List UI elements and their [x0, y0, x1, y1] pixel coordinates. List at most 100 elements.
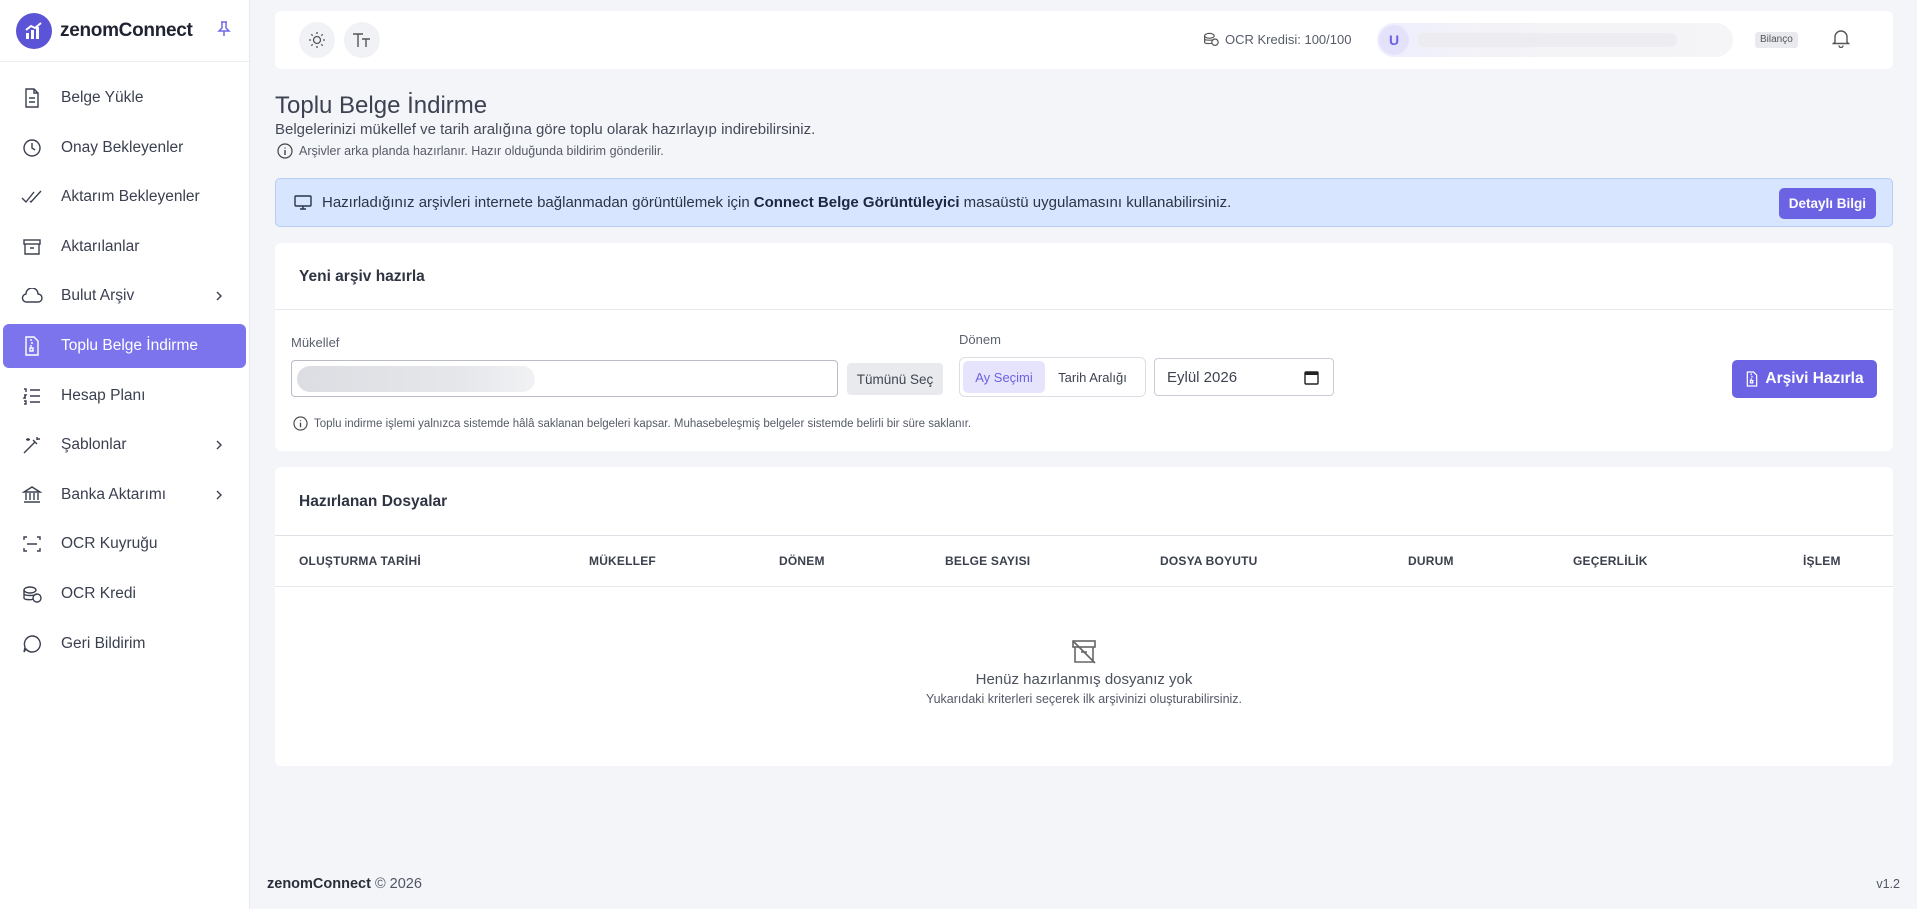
empty-state: Henüz hazırlanmış dosyanız yok Yukarıdak… [275, 637, 1893, 706]
page-note: Arşivler arka planda hazırlanır. Hazır o… [277, 143, 664, 159]
coins-icon [1204, 32, 1219, 46]
new-archive-card: Yeni arşiv hazırla Mükellef Tümünü Seç D… [275, 243, 1893, 451]
user-name-redacted [1417, 33, 1677, 47]
sun-icon [309, 32, 325, 48]
sidebar-item-belge-yukle[interactable]: Belge Yükle [3, 76, 246, 120]
month-value: Eylül 2026 [1167, 368, 1238, 386]
sidebar-item-ocr-kredi[interactable]: OCR Kredi [3, 572, 246, 616]
sidebar-item-bulut-arsiv[interactable]: Bulut Arşiv [3, 274, 246, 318]
archive-box-icon [21, 236, 43, 258]
user-menu[interactable]: U [1377, 23, 1733, 57]
sidebar-item-geri-bildirim[interactable]: Geri Bildirim [3, 622, 246, 666]
banner-app-name: Connect Belge Görüntüleyici [753, 194, 960, 211]
list-numbers-icon [21, 385, 43, 407]
sidebar-item-aktarilanlar[interactable]: Aktarılanlar [3, 225, 246, 269]
file-upload-icon [21, 87, 43, 109]
sidebar-item-label: Toplu Belge İndirme [61, 336, 198, 354]
sidebar-item-toplu-belge-indirme[interactable]: Toplu Belge İndirme [3, 323, 246, 368]
footer-brand: zenomConnect [267, 876, 371, 892]
theme-toggle-button[interactable] [299, 22, 335, 58]
column-header[interactable]: GEÇERLİLİK [1573, 554, 1648, 568]
month-input[interactable]: Eylül 2026 [1154, 358, 1334, 396]
column-header[interactable]: DÖNEM [779, 554, 825, 568]
mukellef-select[interactable] [291, 360, 838, 397]
column-header[interactable]: MÜKELLEF [589, 554, 656, 568]
card-title: Hazırlanan Dosyalar [299, 493, 448, 510]
column-header[interactable]: İŞLEM [1803, 554, 1841, 568]
sidebar-item-aktarim-bekleyenler[interactable]: Aktarım Bekleyenler [3, 175, 246, 219]
sidebar-item-label: Belge Yükle [61, 89, 144, 106]
file-zip-icon [21, 335, 43, 357]
sidebar-item-label: OCR Kuyruğu [61, 535, 158, 553]
footer-year: © 2026 [374, 876, 422, 892]
coins-icon [21, 583, 43, 605]
mukellef-value-redacted [297, 366, 535, 392]
sidebar-item-hesap-plani[interactable]: Hesap Planı [3, 374, 246, 418]
page-subtitle: Belgelerinizi mükellef ve tarih aralığın… [275, 121, 816, 138]
empty-subtitle: Yukarıdaki kriterleri seçerek ilk arşivi… [925, 692, 1243, 706]
period-option-range[interactable]: Tarih Aralığı [1045, 361, 1140, 393]
double-check-icon [21, 186, 43, 208]
magic-wand-icon [21, 434, 43, 456]
empty-title: Henüz hazırlanmış dosyanız yok [975, 671, 1193, 688]
sidebar-item-onay-bekleyenler[interactable]: Onay Bekleyenler [3, 126, 246, 170]
sidebar-item-label: Onay Bekleyenler [61, 138, 184, 156]
sidebar-item-label: Hesap Planı [61, 386, 146, 404]
text-size-icon [353, 33, 370, 47]
plan-badge: Bilanço [1755, 32, 1798, 48]
footer-copyright: zenomConnect © 2026 [267, 876, 422, 892]
divider [275, 535, 1893, 536]
info-banner: Hazırladığınız arşivleri internete bağla… [275, 178, 1893, 227]
page-note-text: Arşivler arka planda hazırlanır. Hazır o… [299, 144, 664, 158]
column-header[interactable]: BELGE SAYISI [945, 554, 1030, 568]
chevron-right-icon [216, 291, 222, 301]
column-header[interactable]: DOSYA BOYUTU [1160, 554, 1258, 568]
clock-icon [21, 137, 43, 159]
select-all-button[interactable]: Tümünü Seç [847, 363, 943, 395]
prepare-archive-label: Arşivi Hazırla [1765, 370, 1864, 387]
scan-icon [21, 533, 43, 555]
sidebar-item-label: Geri Bildirim [61, 634, 146, 652]
prepare-archive-button[interactable]: Arşivi Hazırla [1732, 360, 1877, 398]
bell-icon[interactable] [1831, 28, 1851, 53]
divider [275, 309, 1893, 310]
bank-icon [21, 484, 43, 506]
cloud-icon [21, 285, 43, 307]
sidebar-item-label: OCR Kredi [61, 584, 136, 602]
sidebar-item-label: Aktarım Bekleyenler [61, 188, 200, 206]
banner-text-before: Hazırladığınız arşivleri internete bağla… [322, 194, 750, 211]
pin-icon[interactable] [217, 20, 231, 41]
brand: zenomConnect [0, 0, 249, 62]
sidebar: zenomConnect Belge Yükle Onay Bekleyenle… [0, 0, 250, 909]
sidebar-item-label: Banka Aktarımı [61, 485, 167, 503]
details-button[interactable]: Detaylı Bilgi [1778, 188, 1876, 219]
period-mode-toggle: Ay Seçimi Tarih Aralığı [959, 357, 1146, 397]
card-note-text: Toplu indirme işlemi yalnızca sistemde h… [314, 417, 972, 430]
text-size-button[interactable] [344, 22, 380, 58]
sidebar-item-ocr-kuyrugu[interactable]: OCR Kuyruğu [3, 522, 246, 566]
card-note: Toplu indirme işlemi yalnızca sistemde h… [293, 416, 971, 431]
table-header: OLUŞTURMA TARİHİ MÜKELLEF DÖNEM BELGE SA… [275, 537, 1893, 587]
footer-version: v1.2 [1876, 877, 1900, 891]
info-icon [277, 143, 293, 159]
archive-off-icon [1072, 640, 1096, 664]
sidebar-item-sablonlar[interactable]: Şablonlar [3, 423, 246, 467]
sidebar-item-label: Bulut Arşiv [61, 287, 135, 305]
period-option-month[interactable]: Ay Seçimi [963, 361, 1045, 393]
avatar: U [1379, 25, 1409, 55]
info-icon [293, 416, 308, 431]
sidebar-nav: Belge Yükle Onay Bekleyenler Aktarım Bek… [0, 62, 249, 666]
brand-name: zenomConnect [60, 19, 193, 41]
column-header[interactable]: DURUM [1408, 554, 1454, 568]
sidebar-item-label: Aktarılanlar [61, 237, 140, 255]
card-title: Yeni arşiv hazırla [299, 268, 425, 285]
chevron-right-icon [216, 490, 222, 500]
mukellef-label: Mükellef [291, 335, 340, 350]
prepared-files-card: Hazırlanan Dosyalar OLUŞTURMA TARİHİ MÜK… [275, 467, 1893, 766]
sidebar-item-banka-aktarimi[interactable]: Banka Aktarımı [3, 473, 246, 517]
chart-logo-icon[interactable] [16, 12, 52, 49]
column-header[interactable]: OLUŞTURMA TARİHİ [299, 554, 421, 568]
chat-bubble-icon [21, 633, 43, 655]
monitor-icon [294, 194, 312, 210]
ocr-credit-indicator: OCR Kredisi: 100/100 [1203, 31, 1351, 47]
